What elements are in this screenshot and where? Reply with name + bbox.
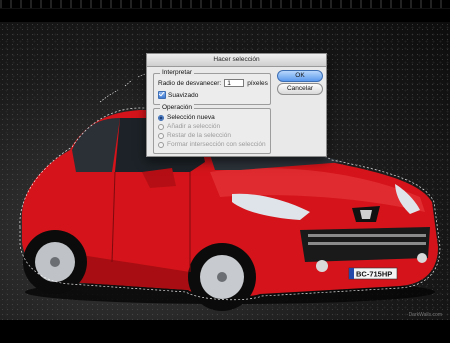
radio-intersect-selection[interactable] bbox=[158, 141, 164, 148]
watermark: DarkWalls.com bbox=[408, 312, 442, 318]
option-label: Selección nueva bbox=[167, 114, 215, 121]
anti-alias-checkbox[interactable] bbox=[158, 91, 166, 99]
interpretar-legend: Interpretar bbox=[160, 69, 194, 76]
option-label: Formar intersección con selección bbox=[167, 141, 266, 148]
operation-option-new[interactable]: Selección nueva bbox=[158, 114, 215, 121]
operation-option-intersect[interactable]: Formar intersección con selección bbox=[158, 141, 266, 148]
ok-button[interactable]: OK bbox=[277, 70, 323, 82]
operation-option-add[interactable]: Añadir a selección bbox=[158, 123, 220, 130]
feather-radius-label: Radio de desvanecer: bbox=[158, 79, 222, 87]
radio-new-selection[interactable] bbox=[158, 114, 164, 121]
top-ruler bbox=[0, 0, 450, 9]
feather-radius-unit: píxeles bbox=[247, 79, 268, 87]
option-label: Restar de la selección bbox=[167, 132, 231, 139]
feather-radius-input[interactable]: 1 bbox=[224, 79, 245, 87]
option-label: Añadir a selección bbox=[167, 123, 221, 130]
interpretar-group: Interpretar Radio de desvanecer: 1 píxel… bbox=[153, 69, 271, 105]
radio-add-selection[interactable] bbox=[158, 123, 164, 130]
operacion-group: Operación Selección nueva Añadir a selec… bbox=[153, 104, 271, 154]
feather-radius-row: Radio de desvanecer: 1 píxeles bbox=[158, 79, 268, 87]
dialog-title[interactable]: Hacer selección bbox=[147, 54, 326, 67]
operacion-legend: Operación bbox=[160, 104, 194, 111]
document-canvas[interactable]: BC-715HP DarkWalls.com bbox=[0, 0, 450, 343]
make-selection-dialog: Hacer selección Interpretar Radio de des… bbox=[146, 53, 327, 157]
anti-alias-label: Suavizado bbox=[168, 91, 199, 99]
letterbox-bar bbox=[0, 320, 450, 343]
anti-alias-row: Suavizado bbox=[158, 91, 198, 99]
radio-subtract-selection[interactable] bbox=[158, 132, 164, 139]
operation-option-subtract[interactable]: Restar de la selección bbox=[158, 132, 231, 139]
cancel-button[interactable]: Cancelar bbox=[277, 83, 323, 95]
license-plate-text: BC-715HP bbox=[356, 270, 392, 279]
